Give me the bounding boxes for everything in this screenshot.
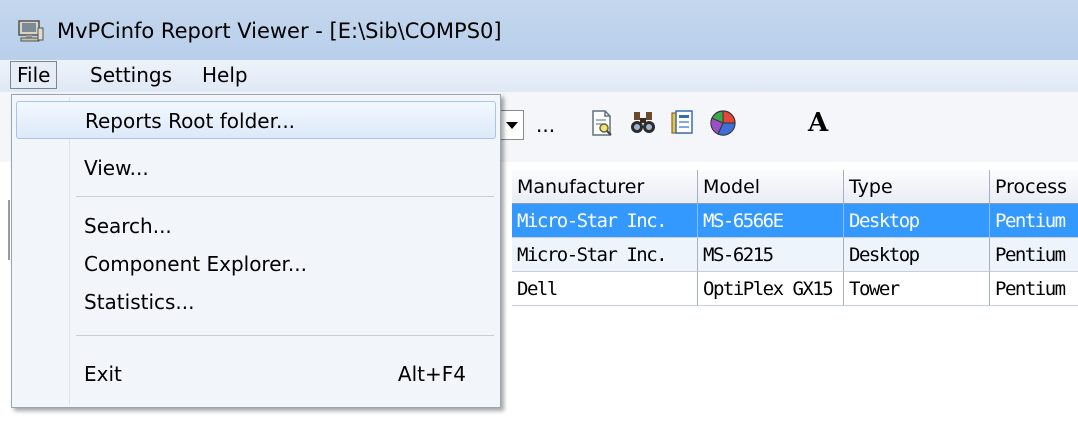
menu-item-view[interactable]: View... xyxy=(16,149,496,187)
cell-type: Desktop xyxy=(844,204,990,238)
column-header-type[interactable]: Type xyxy=(844,170,990,204)
title-bar: MvPCinfo Report Viewer - [E:\Sib\COMPS0] xyxy=(0,0,1078,60)
statistics-pie-icon[interactable] xyxy=(708,108,738,138)
component-explorer-icon[interactable] xyxy=(668,108,698,138)
menu-item-label: View... xyxy=(84,156,149,180)
report-combo-dropdown-button[interactable] xyxy=(498,110,524,140)
cell-model: MS-6215 xyxy=(698,238,844,272)
cell-type: Desktop xyxy=(844,238,990,272)
cell-processor: Pentium xyxy=(990,238,1078,272)
menu-file[interactable]: File xyxy=(10,61,58,89)
cell-manufacturer: Micro-Star Inc. xyxy=(512,238,698,272)
menu-item-label: Exit xyxy=(84,362,122,386)
binoculars-icon[interactable] xyxy=(628,108,658,138)
cell-model: MS-6566E xyxy=(698,204,844,238)
menu-item-shortcut: Alt+F4 xyxy=(397,362,466,386)
menu-separator xyxy=(76,335,494,336)
menu-help[interactable]: Help xyxy=(196,62,254,88)
computer-app-icon[interactable] xyxy=(18,20,44,42)
cell-model: OptiPlex GX15 xyxy=(698,272,844,306)
menu-settings[interactable]: Settings xyxy=(84,62,178,88)
column-header-processor[interactable]: Process xyxy=(990,170,1078,204)
cell-processor: Pentium xyxy=(990,204,1078,238)
menu-item-exit[interactable]: Exit Alt+F4 xyxy=(16,355,496,393)
font-icon[interactable]: A xyxy=(808,108,828,138)
browse-ellipsis-button[interactable]: ... xyxy=(536,110,555,140)
menu-item-statistics[interactable]: Statistics... xyxy=(16,283,496,321)
cell-manufacturer: Micro-Star Inc. xyxy=(512,204,698,238)
cell-manufacturer: Dell xyxy=(512,272,698,306)
window-title: MvPCinfo Report Viewer - [E:\Sib\COMPS0] xyxy=(57,19,502,43)
menu-item-label: Component Explorer... xyxy=(84,252,307,276)
menu-item-search[interactable]: Search... xyxy=(16,207,496,245)
report-list-border xyxy=(8,200,10,260)
file-menu-dropdown: Reports Root folder... View... Search...… xyxy=(11,94,501,408)
menu-item-reports-root-folder[interactable]: Reports Root folder... xyxy=(16,101,496,139)
cell-processor: Pentium xyxy=(990,272,1078,306)
column-header-model[interactable]: Model xyxy=(698,170,844,204)
menu-bar: File Settings Help xyxy=(0,60,1078,92)
menu-item-label: Search... xyxy=(84,214,172,238)
menu-separator xyxy=(76,196,494,197)
menu-item-label: Statistics... xyxy=(84,290,195,314)
report-view-icon[interactable] xyxy=(586,108,616,138)
menu-item-component-explorer[interactable]: Component Explorer... xyxy=(16,245,496,283)
column-header-manufacturer[interactable]: Manufacturer xyxy=(512,170,698,204)
menu-item-label: Reports Root folder... xyxy=(85,109,296,133)
cell-type: Tower xyxy=(844,272,990,306)
